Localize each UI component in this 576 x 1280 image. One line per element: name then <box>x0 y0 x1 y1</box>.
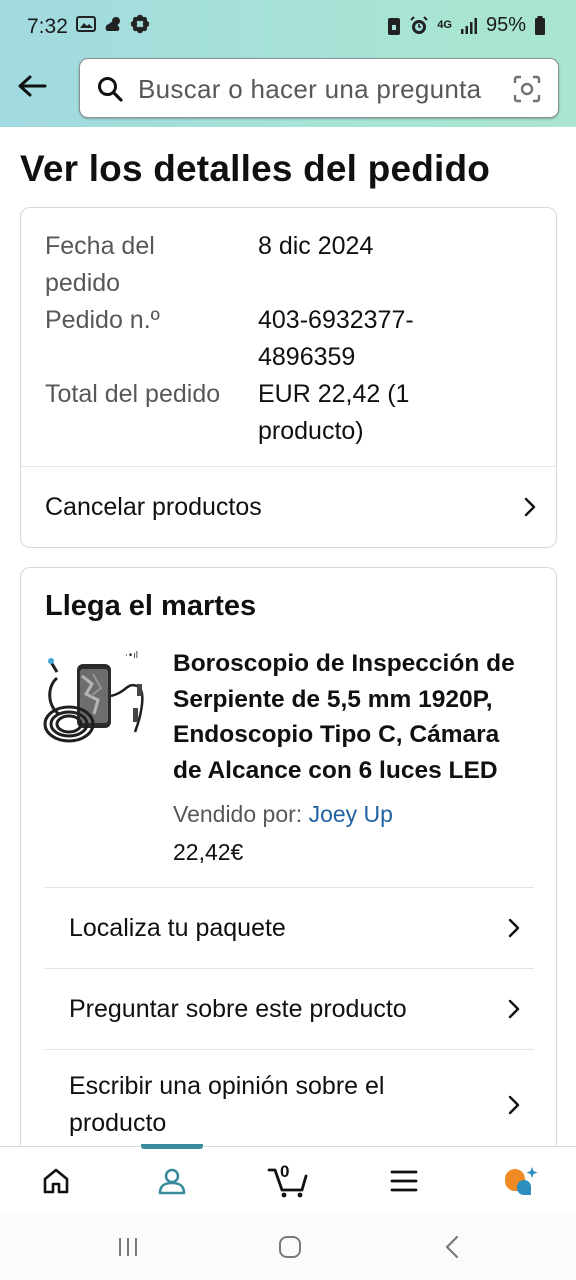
track-package-link[interactable]: Localiza tu paquete <box>69 888 524 968</box>
system-navigation-bar <box>0 1214 576 1280</box>
order-number-value: 403-6932377-4896359 <box>258 306 414 371</box>
nav-rufus[interactable] <box>480 1147 560 1215</box>
product-price: 22,42€ <box>173 839 244 865</box>
home-system-icon <box>279 1236 301 1258</box>
cancel-products-label: Cancelar productos <box>45 492 262 521</box>
home-system-button[interactable] <box>270 1232 310 1262</box>
cart-count-badge: 0 <box>280 1162 290 1181</box>
recent-apps-icon <box>119 1238 137 1256</box>
status-bar: 7:32 4G 95% <box>0 0 576 54</box>
chevron-right-icon <box>524 497 536 517</box>
status-notification-icons <box>76 14 150 34</box>
bottom-navigation: 0 <box>0 1144 576 1215</box>
battery-icon <box>535 15 545 35</box>
rufus-icon <box>505 1167 538 1195</box>
order-date-value: 8 dic 2024 <box>258 232 374 260</box>
order-summary-card: Fecha del pedido 8 dic 2024 Pedido n.º 4… <box>20 207 557 548</box>
ask-product-link[interactable]: Preguntar sobre este producto <box>69 969 524 1049</box>
order-number-label: Pedido n.º <box>45 306 160 334</box>
battery-percent: 95% <box>485 14 526 36</box>
back-arrow-icon <box>18 75 47 97</box>
lock-status-icon <box>388 17 401 35</box>
status-system-icons: 4G 95% <box>387 14 546 37</box>
product-title-link[interactable]: Boroscopio de Inspección de Serpiente de… <box>173 646 533 788</box>
sold-by-label: Vendido por: <box>173 801 309 827</box>
status-time: 7:32 <box>27 15 68 38</box>
account-icon <box>158 1168 186 1195</box>
delivery-heading: Llega el martes <box>45 590 257 622</box>
camera-search-icon[interactable] <box>512 74 542 104</box>
sold-by: Vendido por: Joey Up <box>173 801 393 828</box>
flower-notification-icon <box>130 14 150 34</box>
product-image[interactable]: ·•ıl <box>43 646 155 750</box>
search-icon <box>98 77 123 102</box>
ask-product-label: Preguntar sobre este producto <box>69 994 407 1023</box>
nav-home[interactable] <box>16 1147 96 1215</box>
order-total-label: Total del pedido <box>45 380 221 408</box>
track-package-label: Localiza tu paquete <box>69 913 286 942</box>
app-header: 7:32 4G 95% Buscar o hacer una pregunta <box>0 0 576 127</box>
signal-icon <box>460 17 477 34</box>
order-date-label: Fecha del pedido <box>45 232 155 297</box>
svg-text:·•ıl: ·•ıl <box>125 651 138 661</box>
chevron-right-icon <box>508 1095 520 1115</box>
chevron-right-icon <box>508 918 520 938</box>
home-icon <box>43 1168 69 1194</box>
nav-account[interactable] <box>132 1147 212 1215</box>
seller-link[interactable]: Joey Up <box>309 801 393 827</box>
page-title: Ver los detalles del pedido <box>20 148 491 189</box>
write-review-link[interactable]: Escribir una opinión sobre el producto <box>69 1050 524 1160</box>
back-button[interactable] <box>14 68 50 104</box>
chevron-right-icon <box>508 999 520 1019</box>
search-input[interactable]: Buscar o hacer una pregunta <box>138 74 490 105</box>
back-system-icon <box>445 1235 459 1259</box>
weather-notification-icon <box>105 17 120 31</box>
nav-cart[interactable]: 0 <box>248 1147 328 1215</box>
recent-apps-button[interactable] <box>108 1232 148 1262</box>
search-bar[interactable]: Buscar o hacer una pregunta <box>79 58 559 118</box>
alarm-icon <box>410 15 428 34</box>
write-review-label: Escribir una opinión sobre el producto <box>69 1072 385 1137</box>
shipment-card: Llega el martes ·•ıl Boroscopio de Inspe… <box>20 567 557 1167</box>
order-total-value: EUR 22,42 (1 producto) <box>258 380 410 445</box>
cancel-products-link[interactable]: Cancelar productos <box>45 467 540 547</box>
nav-menu[interactable] <box>364 1147 444 1215</box>
back-system-button[interactable] <box>432 1232 472 1262</box>
network-type-label: 4G <box>437 19 452 31</box>
menu-icon <box>390 1170 418 1192</box>
photo-notification-icon <box>76 16 96 32</box>
